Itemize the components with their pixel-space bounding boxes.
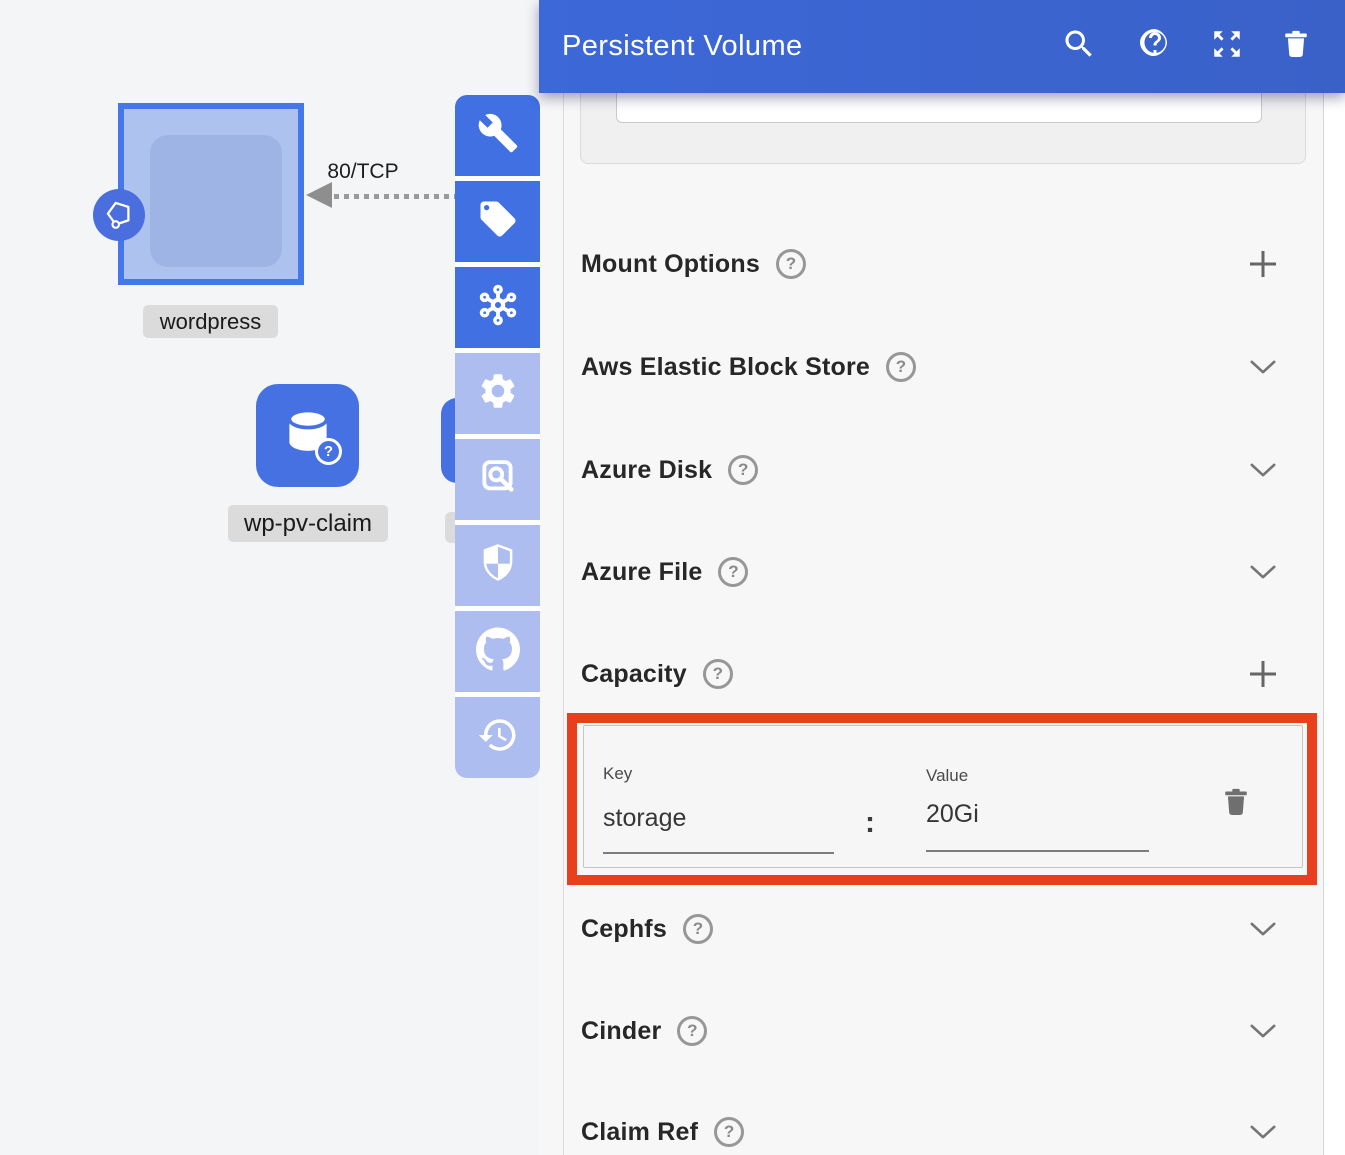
panel-right-gutter <box>1324 93 1345 1155</box>
panel-title: Persistent Volume <box>562 0 803 93</box>
toolbar-github-button[interactable] <box>455 611 540 692</box>
edge-arrowhead-icon <box>306 182 332 208</box>
expand-fullscreen-icon <box>1210 27 1244 66</box>
edge-port-label: 80/TCP <box>318 160 408 184</box>
section-row-mount-options: Mount Options ? <box>581 241 1281 287</box>
shield-icon <box>477 542 519 589</box>
delete-button[interactable] <box>1277 27 1315 65</box>
section-label: Claim Ref <box>581 1118 698 1147</box>
pod-badge <box>93 189 145 241</box>
help-icon[interactable]: ? <box>728 455 758 485</box>
history-icon <box>477 714 519 761</box>
expand-cinder-button[interactable] <box>1245 1013 1281 1049</box>
persistent-volume-panel: ReadWriteOnce Persistent Volume <box>539 0 1345 1155</box>
edge-dotted-line <box>334 194 456 199</box>
tag-icon <box>477 198 519 245</box>
add-capacity-button[interactable] <box>1245 656 1281 692</box>
section-row-cinder: Cinder ? <box>581 1008 1281 1054</box>
toolbar-tag-button[interactable] <box>455 181 540 262</box>
node-wordpress-inner <box>150 135 282 267</box>
doc-search-icon <box>477 456 519 503</box>
section-label: Azure File <box>581 558 702 587</box>
hub-network-icon <box>476 283 520 332</box>
trash-icon <box>1279 27 1313 66</box>
github-icon <box>476 627 520 676</box>
pod-pentagon-icon <box>102 196 136 235</box>
graph-canvas: wordpress 80/TCP ? wp-pv-claim <box>0 0 539 1155</box>
section-row-cephfs: Cephfs ? <box>581 906 1281 952</box>
expand-azure-disk-button[interactable] <box>1245 452 1281 488</box>
form-right-border <box>1323 93 1324 1155</box>
help-icon[interactable]: ? <box>714 1117 744 1147</box>
gear-icon <box>477 370 519 417</box>
expand-aws-ebs-button[interactable] <box>1245 349 1281 385</box>
highlight-annotation-box <box>567 713 1317 885</box>
expand-cephfs-button[interactable] <box>1245 911 1281 947</box>
section-label: Aws Elastic Block Store <box>581 353 870 382</box>
question-badge: ? <box>315 438 342 465</box>
node-label-wp-pv-claim: wp-pv-claim <box>228 505 388 542</box>
toolbar-doc-search-button[interactable] <box>455 439 540 520</box>
add-mount-options-button[interactable] <box>1245 246 1281 282</box>
section-row-claim-ref: Claim Ref ? <box>581 1109 1281 1155</box>
toolbar-settings-button[interactable] <box>455 353 540 434</box>
section-label: Capacity <box>581 660 687 689</box>
help-icon[interactable]: ? <box>886 352 916 382</box>
section-row-azure-file: Azure File ? <box>581 549 1281 595</box>
help-icon[interactable]: ? <box>703 659 733 689</box>
search-icon <box>1061 26 1097 67</box>
section-row-capacity: Capacity ? <box>581 651 1281 697</box>
toolbar-shield-button[interactable] <box>455 525 540 606</box>
node-label-wordpress: wordpress <box>143 305 278 338</box>
expand-azure-file-button[interactable] <box>1245 554 1281 590</box>
node-wp-pv-claim[interactable]: ? <box>256 384 359 487</box>
help-icon[interactable]: ? <box>718 557 748 587</box>
toolbar-history-button[interactable] <box>455 697 540 778</box>
toolbar-wrench-button[interactable] <box>455 95 540 176</box>
expand-claim-ref-button[interactable] <box>1245 1114 1281 1150</box>
help-icon[interactable]: ? <box>776 249 806 279</box>
help-icon <box>1137 26 1173 67</box>
panel-header: Persistent Volume <box>539 0 1345 93</box>
node-wordpress-group[interactable] <box>118 103 304 285</box>
section-row-aws-ebs: Aws Elastic Block Store ? <box>581 344 1281 390</box>
toolbar-hub-button[interactable] <box>455 267 540 348</box>
section-label: Mount Options <box>581 250 760 279</box>
help-button[interactable] <box>1136 27 1174 65</box>
section-label: Azure Disk <box>581 456 712 485</box>
section-label: Cephfs <box>581 915 667 944</box>
section-row-azure-disk: Azure Disk ? <box>581 447 1281 493</box>
section-label: Cinder <box>581 1017 661 1046</box>
expand-fullscreen-button[interactable] <box>1208 27 1246 65</box>
wrench-icon <box>477 112 519 159</box>
help-icon[interactable]: ? <box>677 1016 707 1046</box>
search-button[interactable] <box>1060 27 1098 65</box>
help-icon[interactable]: ? <box>683 914 713 944</box>
form-left-border <box>563 93 564 1155</box>
canvas-toolbar <box>455 95 540 778</box>
